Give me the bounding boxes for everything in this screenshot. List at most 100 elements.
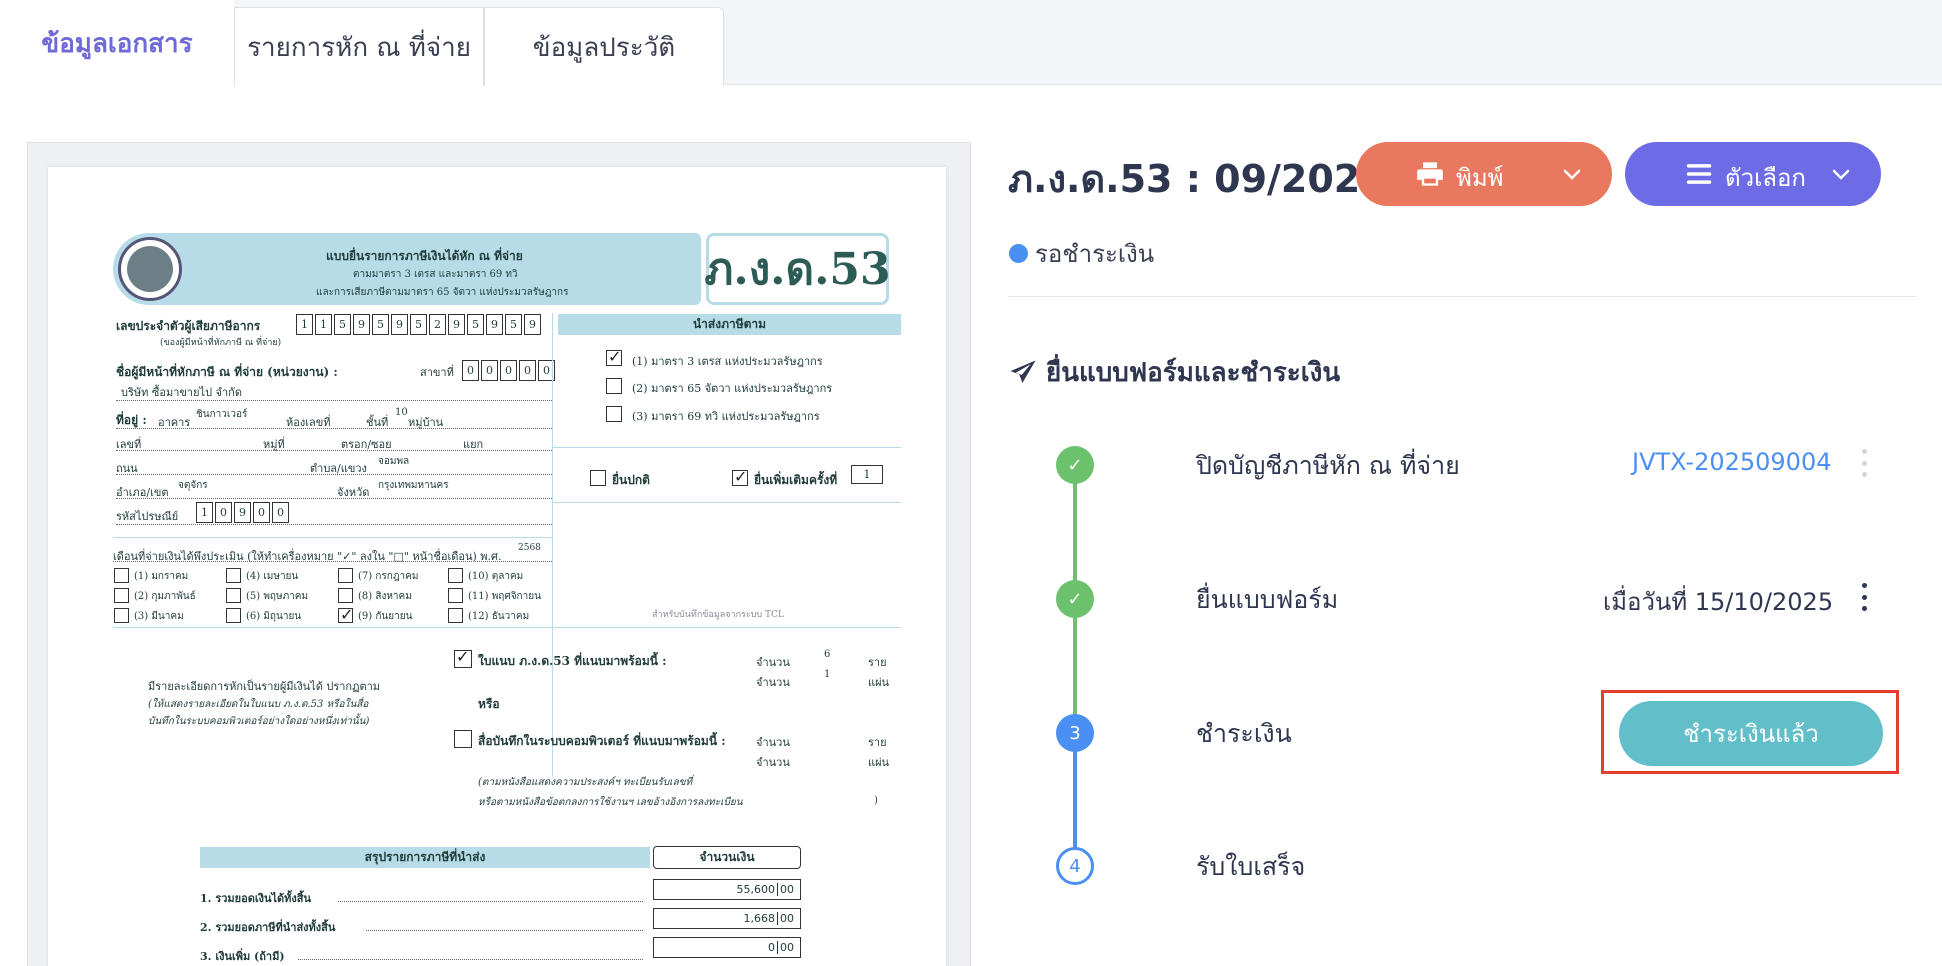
check-icon: ✓ [1067,588,1083,610]
month-option: (10) ตุลาคม [468,571,524,582]
month-option: (12) ธันวาคม [468,611,530,622]
law-1-label: (1) มาตรา 3 เตรส แห่งประมวลรัษฎากร [632,355,823,368]
law-3-checkbox [606,406,622,422]
extra-filing-number: 1 [851,465,883,484]
form-heading: แบบยื่นรายการภาษีเงินได้หัก ณ ที่จ่าย [326,249,523,263]
payer-label: ชื่อผู้มีหน้าที่หักภาษี ณ ที่จ่าย (หน่วย… [116,365,338,379]
chevron-down-icon[interactable] [1560,162,1584,186]
step-2-label: ยื่นแบบฟอร์ม [1196,585,1339,614]
step-4-node: 4 [1056,847,1094,885]
detail-line: (ให้แสดงรายละเอียดในใบแนบ ภ.ง.ด.53 หรือใ… [148,699,369,710]
summary-band: สรุปรายการภาษีที่นำส่ง [200,847,650,868]
step-3-label: ชำระเงิน [1196,719,1292,748]
step-2-node: ✓ [1056,580,1094,618]
sum-row-amount: 0 00 [653,937,801,958]
amount-band: จำนวนเงิน [653,846,801,869]
step-3-node: 3 [1056,714,1094,752]
submit-under-band: นำส่งภาษีตาม [558,314,901,335]
paper-plane-icon [1010,360,1036,383]
options-button[interactable]: ตัวเลือก [1625,142,1881,206]
unit-label: แผ่น [868,756,890,769]
section-title-text: ยื่นแบบฟอร์มและชำระเงิน [1046,358,1341,388]
sum-row-label: 3. เงินเพิ่ม (ถ้ามี) [200,950,285,963]
month-option: (4) เมษายน [246,571,299,582]
sum-row-amount: 55,600 00 [653,879,801,900]
tab-withholding-items[interactable]: รายการหัก ณ ที่จ่าย [234,7,484,86]
form-subheading: ตามมาตรา 3 เตรส และมาตรา 69 ทวิ [353,269,518,280]
normal-filing-checkbox [590,470,606,486]
revenue-department-seal [118,237,182,301]
tab-label: รายการหัก ณ ที่จ่าย [247,32,471,63]
month-option: (6) มิถุนายน [246,611,302,622]
postal-digits: 10900 [196,501,291,523]
count-value: 6 [824,649,831,660]
check-icon: ✓ [1067,454,1083,476]
law-3-label: (3) มาตรา 69 ทวิ แห่งประมวลรัษฎากร [632,410,820,423]
year-value: 2568 [518,543,541,553]
branch-label: สาขาที่ [420,366,454,379]
print-label: พิมพ์ [1456,164,1504,192]
subdistrict-value: จอมพล [378,456,410,467]
attachment-label: ใบแนบ ภ.ง.ด.53 ที่แนบมาพร้อมนี้ : [478,654,667,668]
step-1-label: ปิดบัญชีภาษีหัก ณ ที่จ่าย [1196,451,1460,480]
section-title: ยื่นแบบฟอร์มและชำระเงิน [1008,352,1340,393]
mark-paid-button[interactable]: ชำระเงินแล้ว [1619,701,1883,766]
month-option: (3) มีนาคม [134,611,184,622]
branch-digits: 00000 [462,359,557,381]
extra-filing-checkbox [732,467,748,486]
tab-history[interactable]: ข้อมูลประวัติ [484,7,724,86]
media-checkbox [454,730,472,748]
amount-label: จำนวน [756,736,790,749]
company-name: บริษัท ซื้อมาขายไป จำกัด [121,386,242,399]
note-line: หรือตามหนังสือข้อตกลงการใช้งานฯ เลขอ้างอ… [478,797,743,808]
unit-label: แผ่น [868,676,890,689]
tcl-note: สำหรับบันทึกข้อมูลจากระบบ TCL [652,610,784,620]
page-title: ภ.ง.ด.53 : 09/2025 [1008,157,1387,201]
taxid-digits: 1159595295959 [296,313,543,335]
month-label: เดือนที่จ่ายเงินได้พึงประเมิน (ให้ทำเครื… [113,550,502,563]
status-label: รอชำระเงิน [1035,240,1155,268]
floor-value: 10 [395,407,408,418]
law-2-checkbox [606,378,622,394]
menu-icon [1686,164,1712,184]
district-value: จตุจักร [178,480,208,491]
count-value: 1 [824,669,831,680]
tab-document-info[interactable]: ข้อมูลเอกสาร [0,0,234,86]
month-option: (7) กรกฎาคม [358,571,419,582]
month-option: (8) สิงหาคม [358,591,412,602]
detail-line: บันทึกในระบบคอมพิวเตอร์อย่างใดอย่างหนึ่ง… [148,716,370,727]
month-option: (9) กันยายน [358,611,413,622]
tab-label: ข้อมูลเอกสาร [41,28,193,59]
month-option: (11) พฤศจิกายน [468,591,541,602]
postal-label: รหัสไปรษณีย์ [116,510,179,523]
step-1-more-icon[interactable] [1859,449,1869,477]
form-code: ภ.ง.ด.53 [704,233,891,305]
status-badge: รอชำระเงิน [1009,234,1154,273]
options-label: ตัวเลือก [1725,164,1806,192]
taxid-label: เลขประจำตัวผู้เสียภาษีอากร [116,319,261,333]
normal-filing-label: ยื่นปกติ [612,473,650,487]
september-checkbox [338,605,353,624]
tax-form-page: แบบยื่นรายการภาษีเงินได้หัก ณ ที่จ่าย ตา… [48,167,946,966]
province-value: กรุงเทพมหานคร [378,480,449,491]
law-1-checkbox [606,347,622,366]
step-2-more-icon[interactable] [1859,583,1869,611]
media-label: สื่อบันทึกในระบบคอมพิวเตอร์ ที่แนบมาพร้อ… [478,734,726,748]
extra-filing-label: ยื่นเพิ่มเติมครั้งที่ [754,473,838,487]
sum-row-amount: 1,668 00 [653,908,801,929]
unit-label: ราย [868,736,887,749]
law-2-label: (2) มาตรา 65 จัตวา แห่งประมวลรัษฎากร [632,382,833,395]
journal-link[interactable]: JVTX-202509004 [1632,448,1832,476]
printer-icon [1417,162,1443,186]
print-button[interactable]: พิมพ์ [1356,142,1612,206]
step-4-label: รับใบเสร็จ [1196,852,1306,881]
amount-label: จำนวน [756,676,790,689]
chevron-down-icon[interactable] [1829,162,1853,186]
taxid-sublabel: (ของผู้มีหน้าที่หักภาษี ณ ที่จ่าย) [160,338,282,348]
divider [1008,296,1916,297]
month-option: (5) พฤษภาคม [246,591,309,602]
building-value: ชินกาวเวอร์ [196,409,248,420]
sum-row-label: 2. รวมยอดภาษีที่นำส่งทั้งสิ้น [200,921,336,934]
attachment-checkbox [454,647,472,668]
detail-line: มีรายละเอียดการหักเป็นรายผู้มีเงินได้ ปร… [148,680,381,693]
